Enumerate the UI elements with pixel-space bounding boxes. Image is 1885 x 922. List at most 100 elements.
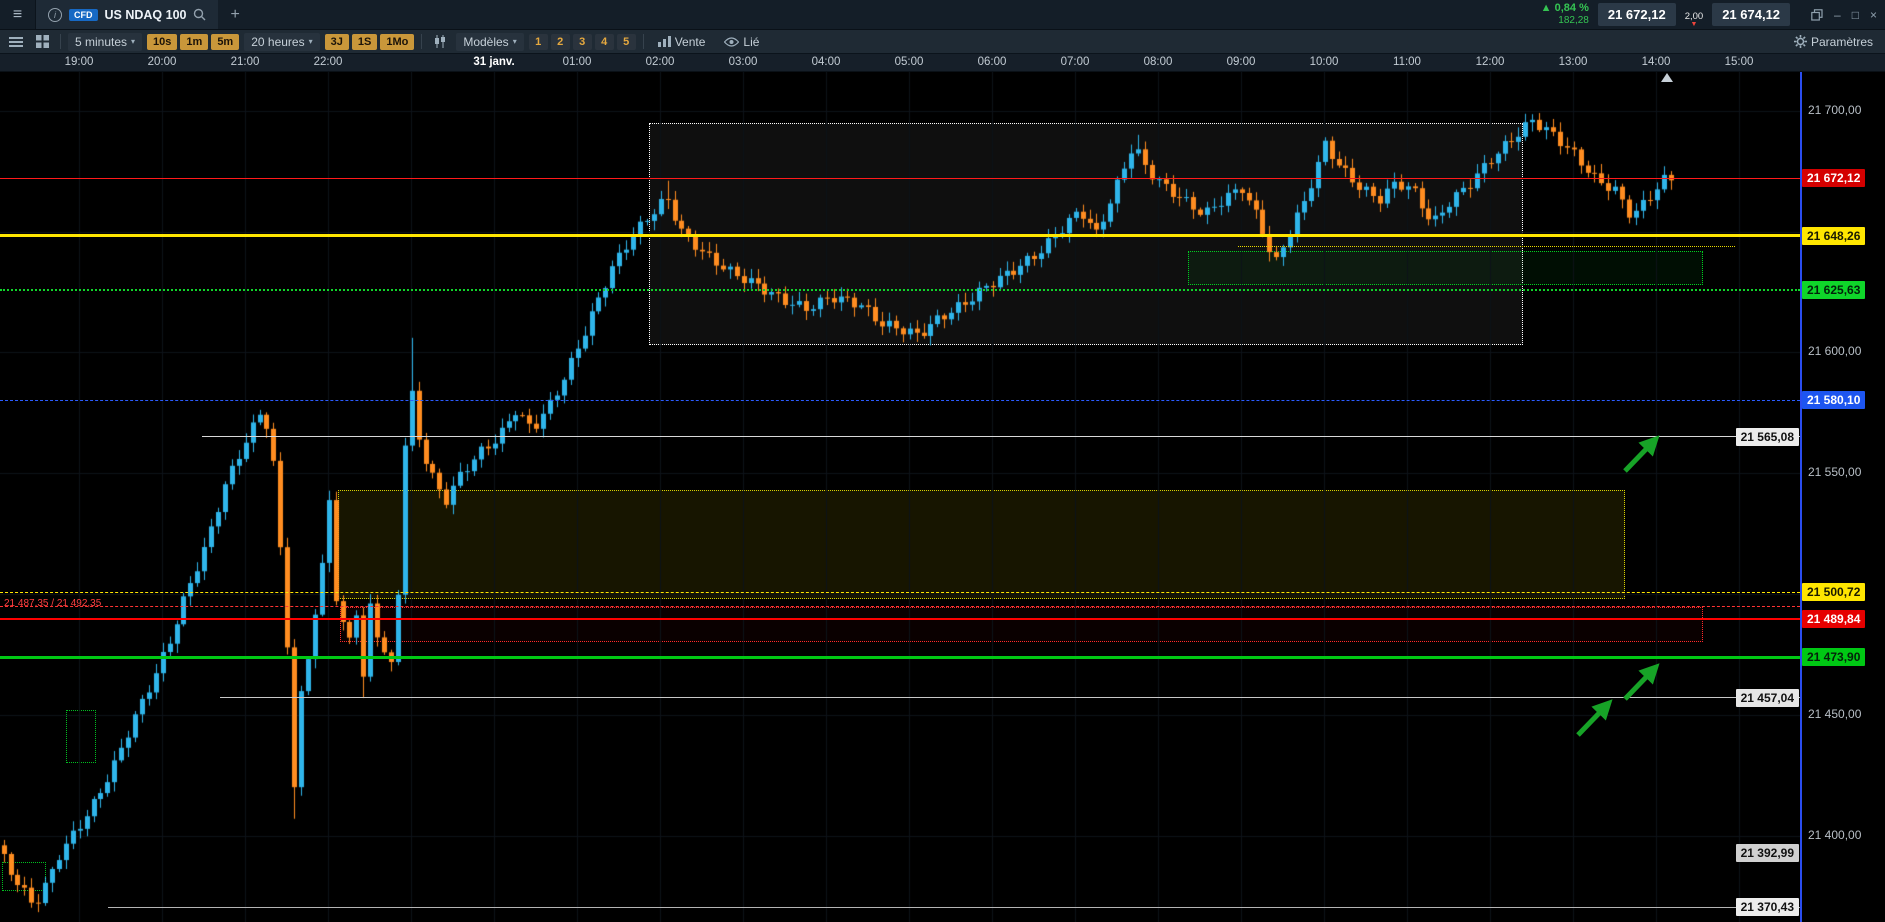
price-level-line[interactable] xyxy=(220,697,1800,698)
time-axis[interactable]: 19:00 20:00 21:00 22:00 31 janv. 01:00 02:00 03… xyxy=(0,54,1885,72)
volume-toggle-label: Vente xyxy=(675,35,706,49)
settings-button[interactable]: Paramètres xyxy=(1787,33,1880,51)
sell-price-button[interactable]: 21 672,12 xyxy=(1598,3,1676,26)
price-level-label[interactable]: 21 473,90 xyxy=(1802,648,1865,666)
menu-button[interactable]: ≡ xyxy=(0,0,36,29)
time-tick[interactable]: 22:00 xyxy=(298,56,358,68)
chart-number-button[interactable]: 1 xyxy=(529,34,548,50)
quick-interval-button[interactable]: 5m xyxy=(211,34,239,50)
price-level-line[interactable] xyxy=(0,656,1800,659)
quick-range-button[interactable]: 3J xyxy=(325,34,349,50)
linked-toggle[interactable]: Lié xyxy=(717,33,766,51)
price-level-line[interactable] xyxy=(0,234,1800,237)
trading-platform: ≡ i CFD US NDAQ 100 + ▲ 0,84 % 182,28 21… xyxy=(0,0,1885,922)
price-axis[interactable]: 21 700,0021 600,0021 550,0021 450,0021 4… xyxy=(1800,72,1885,922)
quick-range-button[interactable]: 1S xyxy=(352,34,377,50)
time-tick[interactable]: 20:00 xyxy=(132,56,192,68)
quick-interval-group: 10s1m5m xyxy=(147,34,239,50)
price-axis-tick: 21 400,00 xyxy=(1808,828,1861,842)
info-icon[interactable]: i xyxy=(48,8,62,22)
toolbar-separator xyxy=(643,34,644,49)
gear-icon xyxy=(1794,35,1807,48)
topbar: ≡ i CFD US NDAQ 100 + ▲ 0,84 % 182,28 21… xyxy=(0,0,1885,30)
price-level-label[interactable]: 21 457,04 xyxy=(1736,689,1799,707)
chart-number-button[interactable]: 2 xyxy=(551,34,570,50)
models-dropdown[interactable]: Modèles ▾ xyxy=(456,33,523,51)
toolbar-separator xyxy=(421,34,422,49)
maximize-icon[interactable]: □ xyxy=(1852,8,1859,22)
price-level-label[interactable]: 21 580,10 xyxy=(1802,391,1865,409)
price-level-line[interactable] xyxy=(0,400,1800,401)
buy-price-button[interactable]: 21 674,12 xyxy=(1712,3,1790,26)
time-tick[interactable]: 19:00 xyxy=(49,56,109,68)
time-tick[interactable]: 14:00 xyxy=(1626,56,1686,68)
price-level-label[interactable]: 21 625,63 xyxy=(1802,281,1865,299)
layout-grid-icon[interactable] xyxy=(32,33,53,50)
position-price-text: 21 487,35 / 21 492,35 xyxy=(4,598,101,609)
chart-number-group: 12345 xyxy=(529,34,636,50)
chart-number-button[interactable]: 4 xyxy=(595,34,614,50)
instrument-tab[interactable]: i CFD US NDAQ 100 xyxy=(36,0,218,29)
minimize-icon[interactable]: – xyxy=(1834,8,1841,22)
price-level-label[interactable]: 21 565,08 xyxy=(1736,428,1799,446)
time-tick[interactable]: 03:00 xyxy=(713,56,773,68)
time-tick[interactable]: 02:00 xyxy=(630,56,690,68)
price-level-label[interactable]: 21 370,43 xyxy=(1736,898,1799,916)
models-label: Modèles xyxy=(463,35,508,49)
price-level-line[interactable] xyxy=(108,907,1800,908)
spread-indicator: 2,00 ▼ xyxy=(1685,2,1704,28)
price-level-line[interactable] xyxy=(0,289,1800,291)
time-tick[interactable]: 21:00 xyxy=(215,56,275,68)
time-tick[interactable]: 11:00 xyxy=(1377,56,1437,68)
time-tick[interactable]: 01:00 xyxy=(547,56,607,68)
change-percent: ▲ 0,84 % xyxy=(1541,2,1589,15)
time-tick[interactable]: 31 janv. xyxy=(464,56,524,68)
spread-value: 2,00 xyxy=(1685,11,1704,22)
quick-range-button[interactable]: 1Mo xyxy=(380,34,414,50)
candlestick-canvas[interactable] xyxy=(0,72,1800,922)
time-tick[interactable]: 04:00 xyxy=(796,56,856,68)
time-tick[interactable]: 10:00 xyxy=(1294,56,1354,68)
chevron-down-icon: ▾ xyxy=(131,37,135,46)
time-tick[interactable]: 13:00 xyxy=(1543,56,1603,68)
segment-line[interactable] xyxy=(1238,246,1735,247)
price-level-label[interactable]: 21 489,84 xyxy=(1802,610,1865,628)
time-tick[interactable]: 12:00 xyxy=(1460,56,1520,68)
price-level-label[interactable]: 21 672,12 xyxy=(1802,169,1865,187)
toolbar-separator xyxy=(60,34,61,49)
price-level-label[interactable]: 21 392,99 xyxy=(1736,844,1799,862)
chart-number-button[interactable]: 3 xyxy=(573,34,592,50)
close-icon[interactable]: × xyxy=(1870,8,1877,22)
time-tick[interactable]: 15:00 xyxy=(1709,56,1769,68)
time-tick[interactable]: 07:00 xyxy=(1045,56,1105,68)
price-level-label[interactable]: 21 648,26 xyxy=(1802,227,1865,245)
price-level-line[interactable] xyxy=(0,178,1800,179)
time-tick[interactable]: 09:00 xyxy=(1211,56,1271,68)
volume-toggle[interactable]: Vente xyxy=(651,33,713,51)
range-dropdown[interactable]: 20 heures ▾ xyxy=(244,33,319,51)
watchlist-icon[interactable] xyxy=(5,34,27,50)
chart-container: 19:00 20:00 21:00 22:00 31 janv. 01:00 02:00 03… xyxy=(0,54,1885,922)
chevron-down-icon: ▾ xyxy=(309,37,313,46)
chart-toolbar: 5 minutes ▾ 10s1m5m 20 heures ▾ 3J1S1Mo … xyxy=(0,30,1885,54)
chart-number-button[interactable]: 5 xyxy=(617,34,636,50)
price-level-line[interactable] xyxy=(0,606,1800,607)
time-tick[interactable]: 05:00 xyxy=(879,56,939,68)
add-tab-button[interactable]: + xyxy=(218,6,251,24)
interval-dropdown[interactable]: 5 minutes ▾ xyxy=(68,33,142,51)
quick-interval-button[interactable]: 10s xyxy=(147,34,177,50)
price-level-line[interactable] xyxy=(0,592,1800,593)
price-level-label[interactable]: 21 500,72 xyxy=(1802,583,1865,601)
popout-icon[interactable] xyxy=(1811,9,1823,21)
change-points: 182,28 xyxy=(1541,15,1589,27)
search-icon[interactable] xyxy=(193,8,206,21)
time-tick[interactable]: 06:00 xyxy=(962,56,1022,68)
time-marker[interactable] xyxy=(1661,73,1673,82)
topbar-left: ≡ i CFD US NDAQ 100 + xyxy=(0,0,252,29)
price-level-line[interactable] xyxy=(0,618,1800,620)
quick-interval-button[interactable]: 1m xyxy=(180,34,208,50)
price-level-line[interactable] xyxy=(202,436,1800,437)
chart-type-icon[interactable] xyxy=(429,33,451,50)
quick-range-group: 3J1S1Mo xyxy=(325,34,415,50)
time-tick[interactable]: 08:00 xyxy=(1128,56,1188,68)
